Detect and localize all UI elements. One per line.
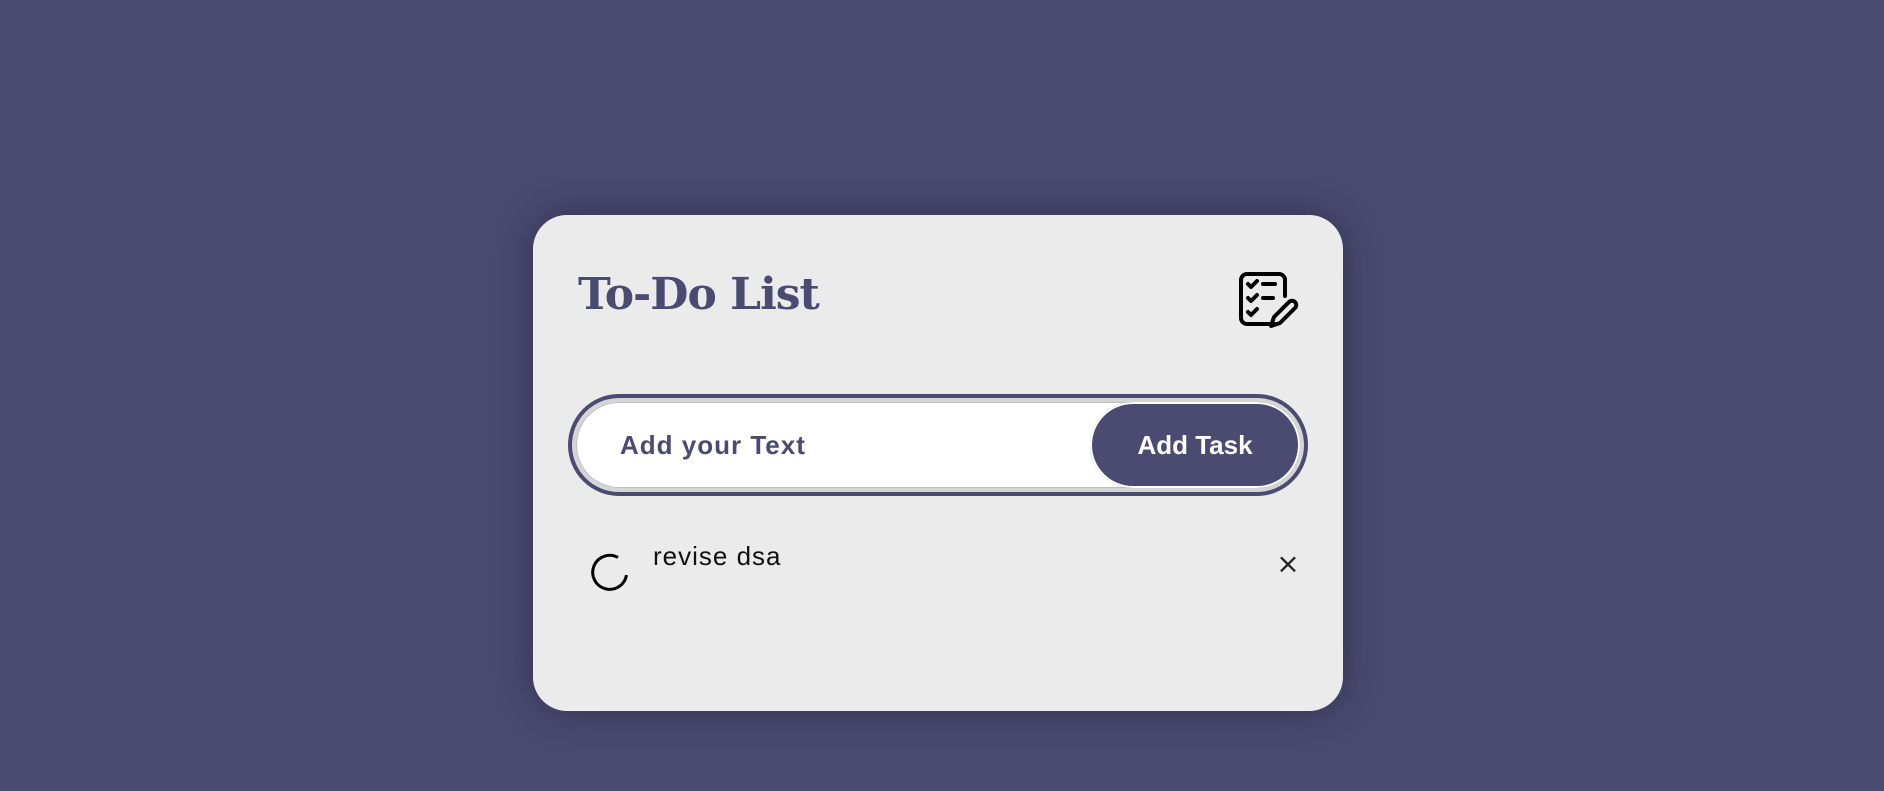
checklist-edit-icon: [1239, 272, 1299, 328]
app-title: To-Do List: [578, 269, 820, 320]
task-input-container: Add Task: [576, 402, 1300, 488]
task-input-group: Add Task: [568, 394, 1308, 496]
delete-task-button[interactable]: ×: [1273, 549, 1303, 579]
todo-card: To-Do List Add Task revise dsa ×: [533, 215, 1343, 711]
task-input[interactable]: [576, 402, 1076, 488]
unchecked-circle-icon[interactable]: [588, 549, 634, 595]
task-list: revise dsa ×: [588, 541, 1300, 597]
add-task-button[interactable]: Add Task: [1090, 402, 1300, 488]
task-item[interactable]: revise dsa ×: [588, 541, 1300, 597]
task-text: revise dsa: [653, 541, 782, 571]
